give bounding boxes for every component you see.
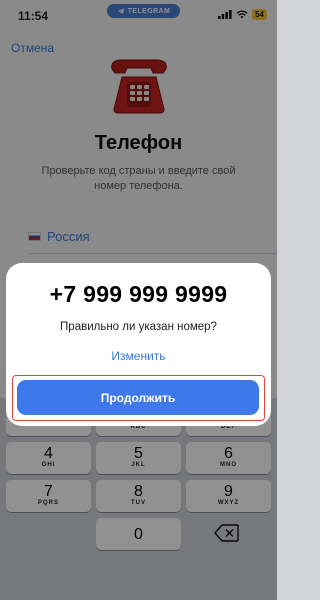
continue-button[interactable]: Продолжить (17, 380, 259, 415)
edit-button[interactable]: Изменить (6, 349, 271, 363)
phone-number: +7 999 999 9999 (49, 281, 228, 307)
continue-highlight: Продолжить (12, 375, 265, 421)
confirm-number-dialog: +7 999 999 9999 Правильно ли указан номе… (6, 263, 271, 426)
confirm-question: Правильно ли указан номер? (60, 321, 217, 333)
phone-screen: 11:54 TELEGRAM 54 Отмена Телефон Проверь… (0, 0, 277, 600)
